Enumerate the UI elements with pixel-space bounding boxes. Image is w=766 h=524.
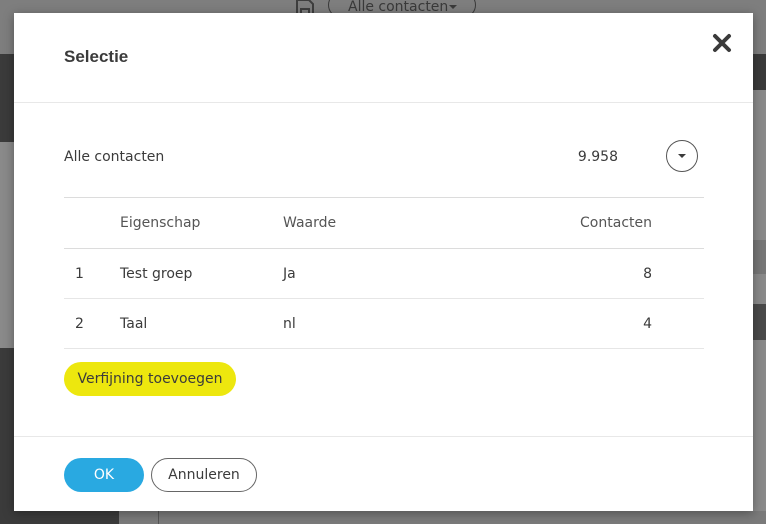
row-index: 1 [64, 248, 120, 299]
row-property: Taal [120, 298, 283, 349]
cancel-button[interactable]: Annuleren [151, 458, 257, 492]
background-panel [753, 54, 766, 90]
row-value: Ja [283, 248, 483, 299]
row-contacts: 8 [483, 248, 704, 299]
background-panel [753, 240, 766, 274]
ok-button[interactable]: OK [64, 458, 144, 492]
background-panel [0, 511, 119, 524]
row-index: 2 [64, 298, 120, 349]
dialog-footer: OK Annuleren [14, 436, 753, 512]
background-divider [158, 511, 159, 524]
summary-label: Alle contacten [64, 149, 165, 165]
header-index [64, 197, 120, 249]
row-property: Test groep [120, 248, 283, 299]
header-value: Waarde [283, 197, 483, 249]
selection-summary: Alle contacten 9.958 [64, 137, 704, 177]
background-panel [753, 304, 766, 340]
refinement-table: Eigenschap Waarde Contacten 1 Test groep… [64, 197, 704, 349]
close-icon [713, 34, 731, 52]
summary-count: 9.958 [577, 149, 618, 165]
selection-dialog: Selectie Alle contacten 9.958 Eigenschap… [14, 13, 753, 511]
add-refinement-button[interactable]: Verfijning toevoegen [64, 362, 236, 396]
table-row[interactable]: 2 Taal nl 4 [64, 298, 704, 349]
background-panel [0, 348, 14, 524]
close-button[interactable] [708, 29, 736, 57]
row-contacts: 4 [483, 298, 704, 349]
header-property: Eigenschap [120, 197, 283, 249]
background-panel [0, 54, 14, 142]
caret-down-icon [449, 5, 457, 9]
row-value: nl [283, 298, 483, 349]
chevron-down-icon [678, 154, 686, 158]
expand-button[interactable] [666, 140, 698, 172]
table-row[interactable]: 1 Test groep Ja 8 [64, 248, 704, 299]
table-header-row: Eigenschap Waarde Contacten [64, 197, 704, 249]
header-contacts: Contacten [483, 197, 704, 249]
dialog-title: Selectie [64, 47, 129, 66]
dialog-header: Selectie [14, 13, 753, 103]
